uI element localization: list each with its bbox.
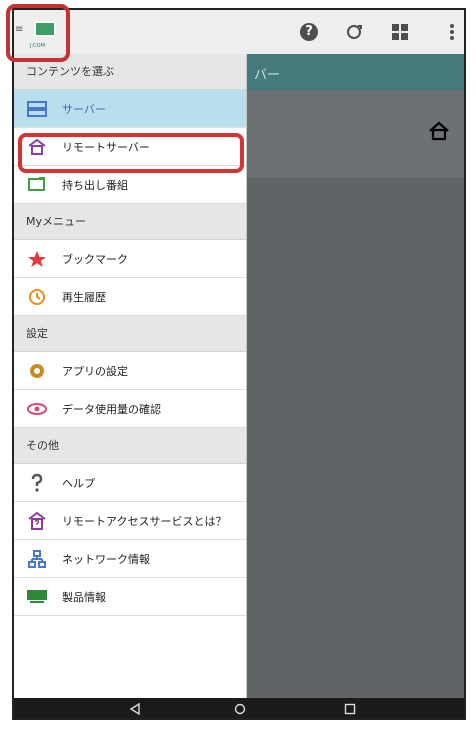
star-icon <box>26 250 48 268</box>
content-header: バー <box>246 54 464 90</box>
home-icon[interactable] <box>428 120 450 142</box>
drawer-item-app-settings[interactable]: アプリの設定 <box>14 352 246 390</box>
drawer-item-label: 製品情報 <box>62 590 106 604</box>
drawer-item-history[interactable]: 再生履歴 <box>14 278 246 316</box>
annotation-highlight-app-icon <box>6 4 70 62</box>
refresh-icon[interactable] <box>344 22 364 42</box>
remote-question-icon <box>26 511 48 530</box>
more-vert-icon[interactable] <box>442 22 462 42</box>
drawer-item-label: 再生履歴 <box>62 290 106 304</box>
drawer-item-label: ヘルプ <box>62 476 95 490</box>
help-glyph: ? <box>305 24 313 39</box>
back-icon[interactable] <box>129 703 141 715</box>
section-header-other: その他 <box>14 428 246 464</box>
drawer-item-server[interactable]: サーバー <box>14 90 246 128</box>
content-row <box>246 90 464 178</box>
dw-logo-icon <box>26 588 48 606</box>
history-icon <box>26 288 48 306</box>
eye-icon <box>26 400 48 418</box>
drawer-item-label: アプリの設定 <box>62 364 128 378</box>
monitor-icon <box>26 176 48 194</box>
content-title: バー <box>254 68 281 83</box>
drawer-item-label: リモートアクセスサービスとは？ <box>62 514 227 528</box>
drawer-item-label: サーバー <box>62 102 106 116</box>
help-circle-icon[interactable]: ? <box>300 23 318 41</box>
top-app-bar: ≡ J:COM ? <box>14 10 464 55</box>
drawer-item-label: ブックマーク <box>62 252 128 266</box>
main-content-scrim[interactable]: バー <box>246 54 464 698</box>
grid-icon[interactable] <box>390 22 410 42</box>
home-nav-icon[interactable] <box>234 703 246 715</box>
drawer-item-label: 持ち出し番組 <box>62 178 128 192</box>
drawer-item-label: ネットワーク情報 <box>62 552 150 566</box>
drawer-item-label: データ使用量の確認 <box>62 402 161 416</box>
recents-icon[interactable] <box>344 703 356 715</box>
drawer-item-network-info[interactable]: ネットワーク情報 <box>14 540 246 578</box>
annotation-highlight-remote-server <box>18 133 244 173</box>
drawer-item-product-info[interactable]: 製品情報 <box>14 578 246 616</box>
section-header-my-menu: Myメニュー <box>14 204 246 240</box>
drawer-item-bookmark[interactable]: ブックマーク <box>14 240 246 278</box>
drawer-item-remote-access-about[interactable]: リモートアクセスサービスとは？ <box>14 502 246 540</box>
section-header-settings: 設定 <box>14 316 246 352</box>
gear-icon <box>26 362 48 380</box>
device-screen: ≡ J:COM ? バー コンテンツを選ぶ サーバー リモートサーバー 持ち出し… <box>12 8 466 720</box>
server-icon <box>26 100 48 118</box>
question-icon <box>26 473 48 492</box>
system-navigation-bar <box>14 698 464 718</box>
drawer-item-help[interactable]: ヘルプ <box>14 464 246 502</box>
drawer-item-data-usage[interactable]: データ使用量の確認 <box>14 390 246 428</box>
network-icon <box>26 549 48 568</box>
